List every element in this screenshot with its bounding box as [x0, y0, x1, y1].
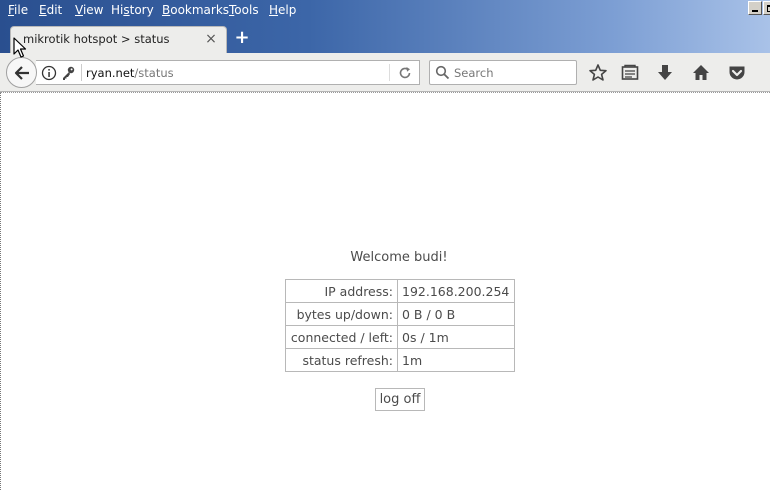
menu-help[interactable]: Help [268, 2, 297, 18]
menu-view[interactable]: View [74, 2, 104, 18]
log-off-button[interactable]: log off [375, 388, 425, 411]
minimize-icon [752, 10, 758, 12]
pocket-icon[interactable] [727, 63, 747, 83]
table-row: IP address: 192.168.200.254 [285, 279, 515, 303]
reload-icon[interactable] [397, 65, 413, 84]
menu-bar: File Edit View History Bookmarks Tools H… [0, 0, 770, 20]
tab-active[interactable]: mikrotik hotspot > status × [10, 26, 227, 53]
new-tab-button[interactable]: + [233, 29, 251, 47]
menu-file[interactable]: File [7, 2, 29, 18]
close-icon[interactable]: × [203, 31, 219, 47]
tab-title: mikrotik hotspot > status [23, 32, 170, 46]
table-row: status refresh: 1m [285, 348, 515, 372]
search-input[interactable]: Search [429, 60, 577, 85]
reader-list-icon[interactable] [620, 63, 640, 83]
navigation-bar: ryan.net/status Search [0, 53, 770, 92]
menu-edit[interactable]: Edit [38, 2, 63, 18]
row-value: 0 B / 0 B [397, 302, 515, 326]
url-text[interactable]: ryan.net/status [86, 66, 174, 80]
row-label: status refresh: [285, 348, 398, 372]
row-label: connected / left: [285, 325, 398, 349]
url-separator-right [389, 64, 390, 81]
row-label: bytes up/down: [285, 302, 398, 326]
menu-tools[interactable]: Tools [228, 2, 260, 18]
table-row: connected / left: 0s / 1m [285, 325, 515, 349]
row-value: 0s / 1m [397, 325, 515, 349]
back-arrow-icon [14, 66, 29, 80]
search-placeholder: Search [454, 66, 494, 80]
status-table: IP address: 192.168.200.254 bytes up/dow… [285, 279, 515, 372]
row-value: 1m [397, 348, 515, 372]
minimize-button[interactable] [748, 1, 762, 15]
download-icon[interactable] [655, 63, 675, 83]
star-icon[interactable] [588, 63, 608, 83]
restore-button[interactable] [763, 1, 770, 15]
url-bar[interactable]: ryan.net/status [36, 60, 420, 85]
search-icon [435, 65, 450, 83]
welcome-message: Welcome budi! [350, 250, 448, 265]
content-border-left [0, 93, 1, 490]
tab-strip: mikrotik hotspot > status × + [0, 20, 770, 53]
table-row: bytes up/down: 0 B / 0 B [285, 302, 515, 326]
row-value: 192.168.200.254 [397, 279, 515, 303]
menu-history[interactable]: History [110, 2, 155, 18]
row-label: IP address: [285, 279, 398, 303]
cursor-icon [13, 37, 27, 62]
url-separator [81, 64, 82, 81]
menu-bookmarks[interactable]: Bookmarks [161, 2, 230, 18]
key-icon[interactable] [60, 65, 76, 84]
info-icon[interactable] [41, 65, 57, 84]
home-icon[interactable] [691, 63, 711, 83]
content-border-top [0, 92, 770, 93]
